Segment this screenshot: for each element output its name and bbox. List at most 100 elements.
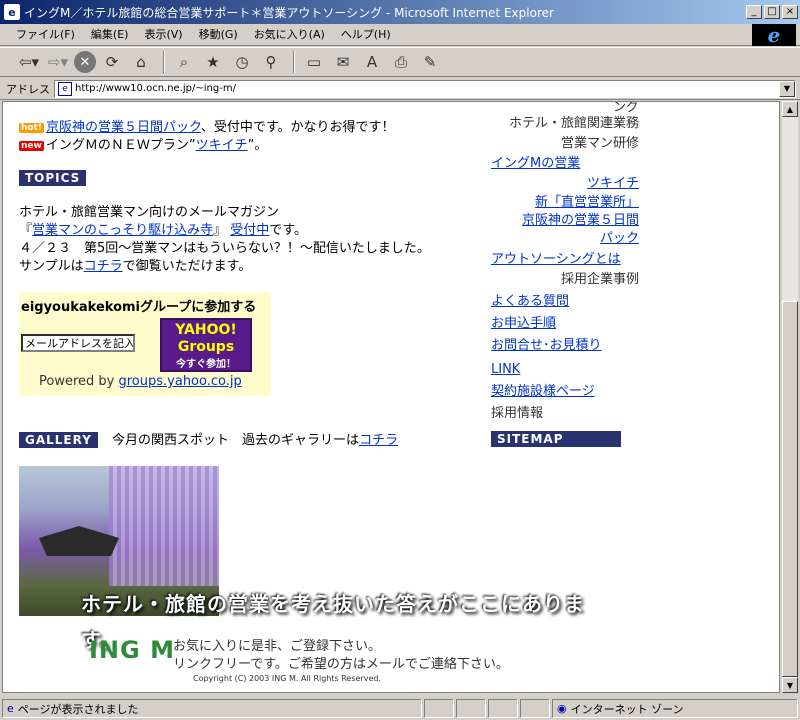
home-icon[interactable]: ⌂ <box>128 50 154 74</box>
scroll-down-icon[interactable]: ▼ <box>782 677 798 693</box>
groups-logo-text: Groups <box>177 339 235 355</box>
nav-contact-link[interactable]: お問合せ･お見積り <box>491 336 639 356</box>
topics-line3: ４／２３ 第5回～営業マンはもういらない？！～配信いたしました。 <box>19 241 430 256</box>
edit-icon[interactable]: ✎ <box>417 50 443 74</box>
address-dropdown-icon[interactable]: ▼ <box>779 80 795 97</box>
nav-hotel-business: ホテル・旅館関連業務 <box>508 116 639 131</box>
nav-faq-link[interactable]: よくある質問 <box>491 292 639 312</box>
status-bar: e ページが表示されました ◉ インターネット ゾーン <box>0 697 800 720</box>
menu-favorites[interactable]: お気に入り(A) <box>246 26 333 44</box>
yahoo-groups-link[interactable]: groups.yahoo.co.jp <box>119 374 242 389</box>
topics-line4: サンプルはコチラで御覧いただけます。 <box>19 258 251 276</box>
topics-line2-suffix: です。 <box>269 223 307 238</box>
topics-line2-mid: 』 <box>213 223 231 238</box>
topics-header: TOPICS <box>19 170 87 186</box>
email-input[interactable] <box>21 334 135 352</box>
stop-icon[interactable]: ✕ <box>74 51 96 73</box>
toolbar-divider <box>163 51 165 73</box>
fullscreen-icon[interactable]: ▭ <box>301 50 327 74</box>
font-icon[interactable]: A <box>359 50 385 74</box>
mail-icon[interactable]: ✉ <box>330 50 356 74</box>
vertical-scrollbar[interactable]: ▲ ▼ <box>782 101 798 693</box>
yahoo-join-button[interactable]: YAHOO! Groups 今すぐ参加！ <box>160 318 252 372</box>
maximize-button[interactable]: □ <box>764 5 780 19</box>
powered-by: Powered by groups.yahoo.co.jp <box>39 374 242 389</box>
minimize-button[interactable]: _ <box>746 5 762 19</box>
tsukiichi-link[interactable]: ツキイチ <box>196 138 248 153</box>
forward-icon[interactable]: ⇨▾ <box>45 50 71 74</box>
tagline-banner: ホテル・旅館の営業を考え抜いた答えがここにあります。 <box>81 592 585 652</box>
address-url[interactable]: http://www10.ocn.ne.jp/~ing-m/ <box>75 83 779 94</box>
footer-line1: お気に入りに是非、ご登録下さい。 <box>173 639 382 654</box>
nav-apply-link[interactable]: お申込手順 <box>491 314 639 334</box>
news-new-suffix: ”。 <box>247 138 268 153</box>
nav-osaka-pack-link[interactable]: 京阪神の営業５日間 パック <box>491 212 639 248</box>
osaka-pack-link[interactable]: 京阪神の営業５日間パック <box>46 120 201 135</box>
topics-line1: ホテル・旅館営業マン向けのメールマガジン <box>19 205 280 220</box>
news-new: new イングＭのＮＥＷプラン”ツキイチ”。 <box>19 137 267 155</box>
window-title: イングM／ホテル旅館の総合営業サポート＊営業アウトソーシング - Microso… <box>24 5 554 20</box>
toolbar: ⇦▾ ⇨▾ ✕ ⟳ ⌂ ⌕ ★ ◷ ⚲ ▭ ✉ A ⎙ ✎ <box>0 47 800 77</box>
menu-view[interactable]: 表示(V) <box>136 26 190 44</box>
menu-help[interactable]: ヘルプ(H) <box>333 26 399 44</box>
gallery-link[interactable]: コチラ <box>359 433 398 448</box>
print-icon[interactable]: ⎙ <box>388 50 414 74</box>
channels-icon[interactable]: ⚲ <box>258 50 284 74</box>
nav-osaka-pack-line2: パック <box>599 231 639 246</box>
page-viewport: hot! 京阪神の営業５日間パック、受付中です。かなりお得です！ new イングＭの… <box>2 101 780 693</box>
close-button[interactable]: × <box>782 5 798 19</box>
topics-line2-prefix: 『 <box>19 223 33 238</box>
nav-outsourcing-link[interactable]: アウトソーシングとは <box>491 250 639 270</box>
gallery-text: 今月の関西スポット 過去のギャラリーは <box>112 433 360 448</box>
scroll-thumb[interactable] <box>782 301 798 677</box>
news-hot-text: 、受付中です。かなりお得です！ <box>200 120 395 135</box>
gallery-header: GALLERY <box>19 432 98 448</box>
status-cell-3 <box>488 699 518 718</box>
nav-members-link[interactable]: 契約施設様ページ <box>491 382 639 402</box>
refresh-icon[interactable]: ⟳ <box>99 50 125 74</box>
topics-line4-prefix: サンプルは <box>19 259 84 274</box>
back-icon[interactable]: ⇦▾ <box>16 50 42 74</box>
join-now-text: 今すぐ参加！ <box>176 359 236 370</box>
hot-badge: hot! <box>19 122 44 133</box>
magazine-link[interactable]: 営業マンのこっそり駆け込み寺 <box>32 223 213 238</box>
menu-file[interactable]: ファイル(F) <box>8 26 83 44</box>
nav-links-link[interactable]: LINK <box>491 360 639 380</box>
ie-app-icon[interactable]: e <box>4 4 20 20</box>
toolbar-divider <box>293 51 295 73</box>
favorites-icon[interactable]: ★ <box>200 50 226 74</box>
subscribe-link[interactable]: 受付中 <box>230 223 269 238</box>
status-page-icon: e <box>7 702 14 715</box>
address-field[interactable]: e http://www10.ocn.ne.jp/~ing-m/ ▼ <box>54 79 796 98</box>
nav-partial-text: ング <box>612 101 639 115</box>
zone-text: インターネット ゾーン <box>570 702 684 716</box>
nav-tsukiichi-link[interactable]: ツキイチ <box>491 174 639 194</box>
new-badge: new <box>19 140 44 151</box>
topics-header-label: TOPICS <box>19 170 87 186</box>
topics-line2: 『営業マンのこっそり駆け込み寺』 受付中です。 <box>19 222 307 240</box>
menu-edit[interactable]: 編集(E) <box>83 26 137 44</box>
status-text: ページが表示されました <box>17 702 139 716</box>
menu-bar: ファイル(F) 編集(E) 表示(V) 移動(G) お気に入り(A) ヘルプ(H… <box>0 24 800 46</box>
scroll-up-icon[interactable]: ▲ <box>782 101 798 117</box>
sitemap-header[interactable]: SITEMAP <box>491 430 639 450</box>
news-new-prefix: イングＭのＮＥＷプラン” <box>45 138 196 153</box>
search-icon[interactable]: ⌕ <box>171 50 197 74</box>
nav-training: 営業マン研修 <box>560 136 639 151</box>
yahoo-group-title: eigyoukakekomiグループに参加する <box>21 300 257 315</box>
internet-zone-icon: ◉ <box>557 702 567 715</box>
gallery-row: GALLERY 今月の関西スポット 過去のギャラリーはコチラ <box>19 432 398 450</box>
address-label: アドレス <box>6 82 50 96</box>
history-icon[interactable]: ◷ <box>229 50 255 74</box>
wisteria-shape <box>109 466 219 586</box>
status-cell-1 <box>424 699 454 718</box>
menu-go[interactable]: 移動(G) <box>191 26 246 44</box>
sample-link[interactable]: コチラ <box>84 259 123 274</box>
nav-ingm-sales-link[interactable]: イングMの営業 <box>491 154 639 174</box>
sitemap-label: SITEMAP <box>491 431 621 447</box>
nav-office-link[interactable]: 新「直営営業所」 <box>491 194 639 212</box>
status-cell-4 <box>520 699 550 718</box>
right-nav: ング ホテル・旅館関連業務 営業マン研修 イングMの営業 ツキイチ 新「直営営業… <box>491 102 639 450</box>
powered-by-label: Powered by <box>39 374 115 389</box>
title-bar: e イングM／ホテル旅館の総合営業サポート＊営業アウトソーシング - Micro… <box>0 0 800 24</box>
